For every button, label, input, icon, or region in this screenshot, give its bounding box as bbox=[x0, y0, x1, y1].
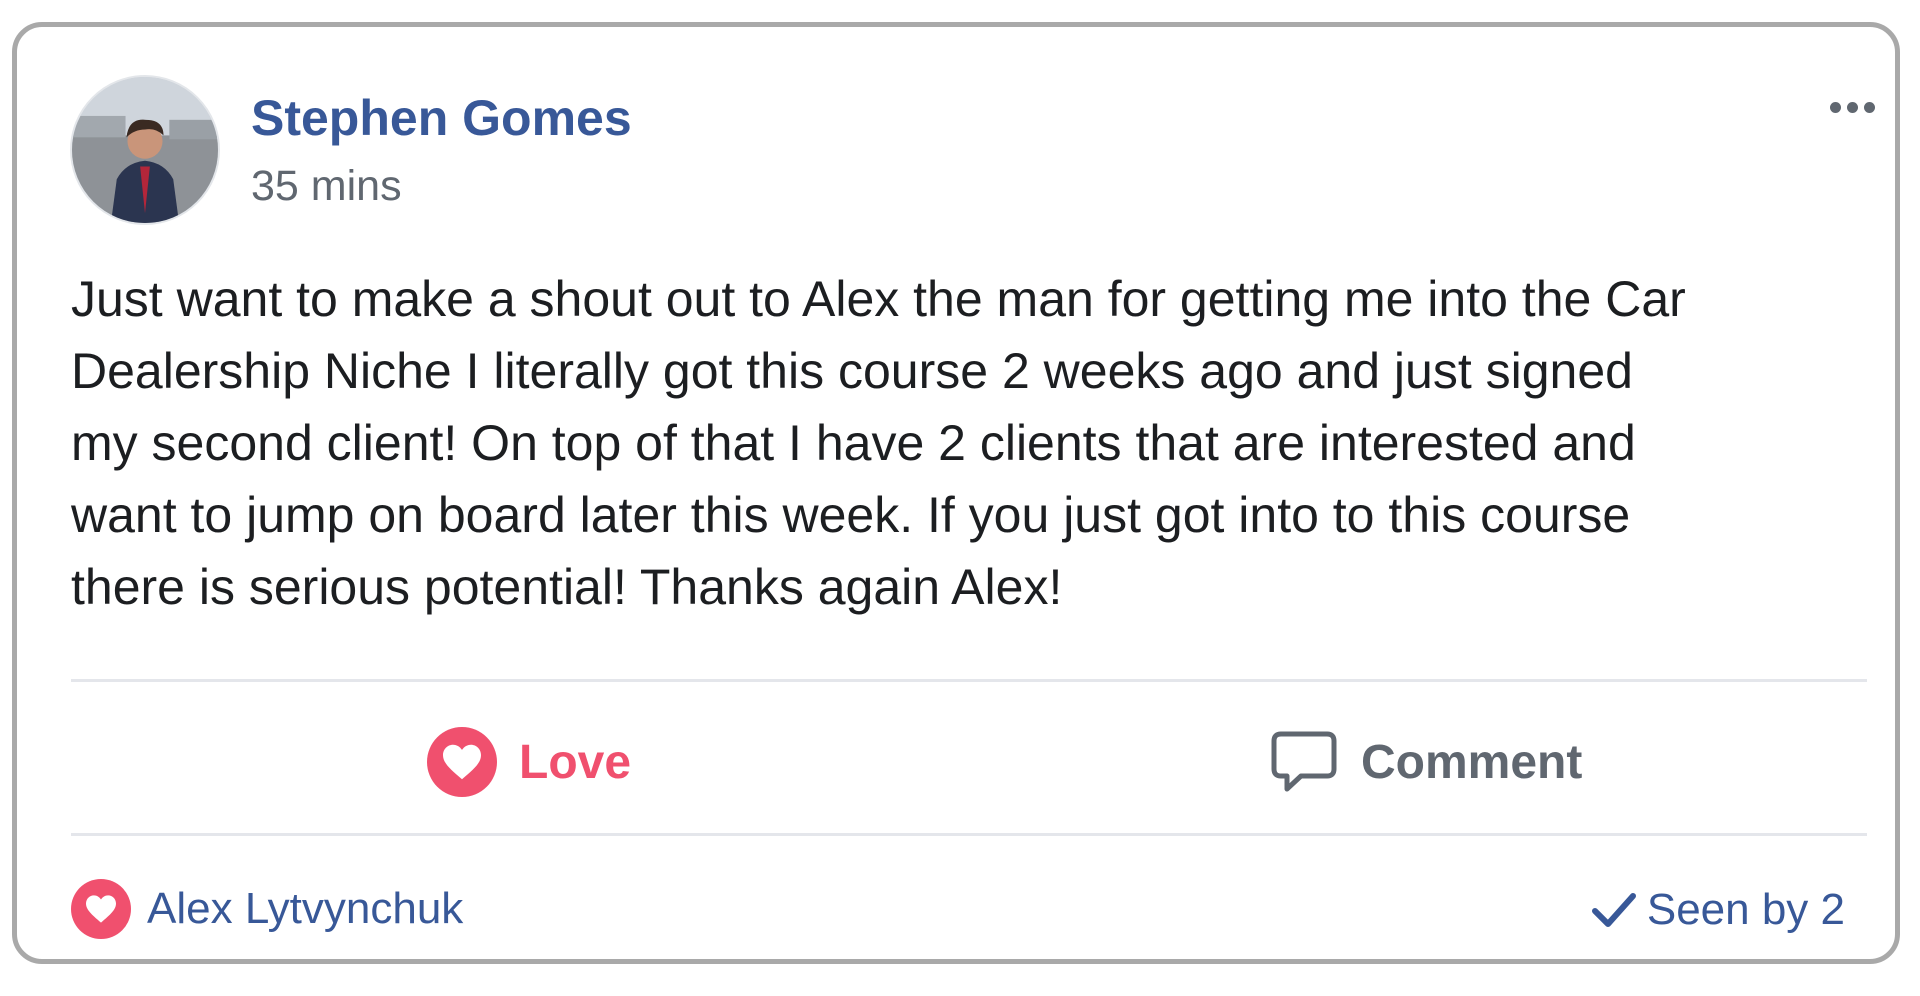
author-avatar[interactable] bbox=[70, 75, 220, 225]
comment-button[interactable]: Comment bbox=[1269, 717, 1582, 807]
divider bbox=[71, 833, 1867, 836]
reaction-summary[interactable]: Alex Lytvynchuk bbox=[71, 879, 463, 939]
seen-by-label: Seen by 2 bbox=[1646, 885, 1845, 934]
checkmark-icon bbox=[1591, 893, 1636, 927]
love-label: Love bbox=[519, 735, 632, 789]
divider bbox=[71, 679, 1867, 682]
seen-by[interactable]: Seen by 2 bbox=[1591, 885, 1845, 935]
heart-icon bbox=[427, 727, 497, 797]
reactor-name: Alex Lytvynchuk bbox=[147, 884, 464, 933]
author-name[interactable]: Stephen Gomes bbox=[251, 89, 632, 147]
post-card: Stephen Gomes 35 mins Just want to make … bbox=[12, 22, 1900, 964]
post-body: Just want to make a shout out to Alex th… bbox=[71, 271, 1686, 615]
love-button[interactable]: Love bbox=[427, 717, 631, 807]
dot bbox=[1829, 101, 1841, 113]
comment-bubble-icon bbox=[1271, 731, 1337, 792]
more-options-icon[interactable] bbox=[1817, 87, 1887, 127]
comment-label: Comment bbox=[1361, 735, 1583, 789]
avatar-photo bbox=[72, 77, 218, 223]
dot bbox=[1846, 101, 1858, 113]
dot bbox=[1863, 101, 1875, 113]
heart-icon bbox=[71, 879, 131, 939]
post-timestamp[interactable]: 35 mins bbox=[251, 162, 402, 211]
